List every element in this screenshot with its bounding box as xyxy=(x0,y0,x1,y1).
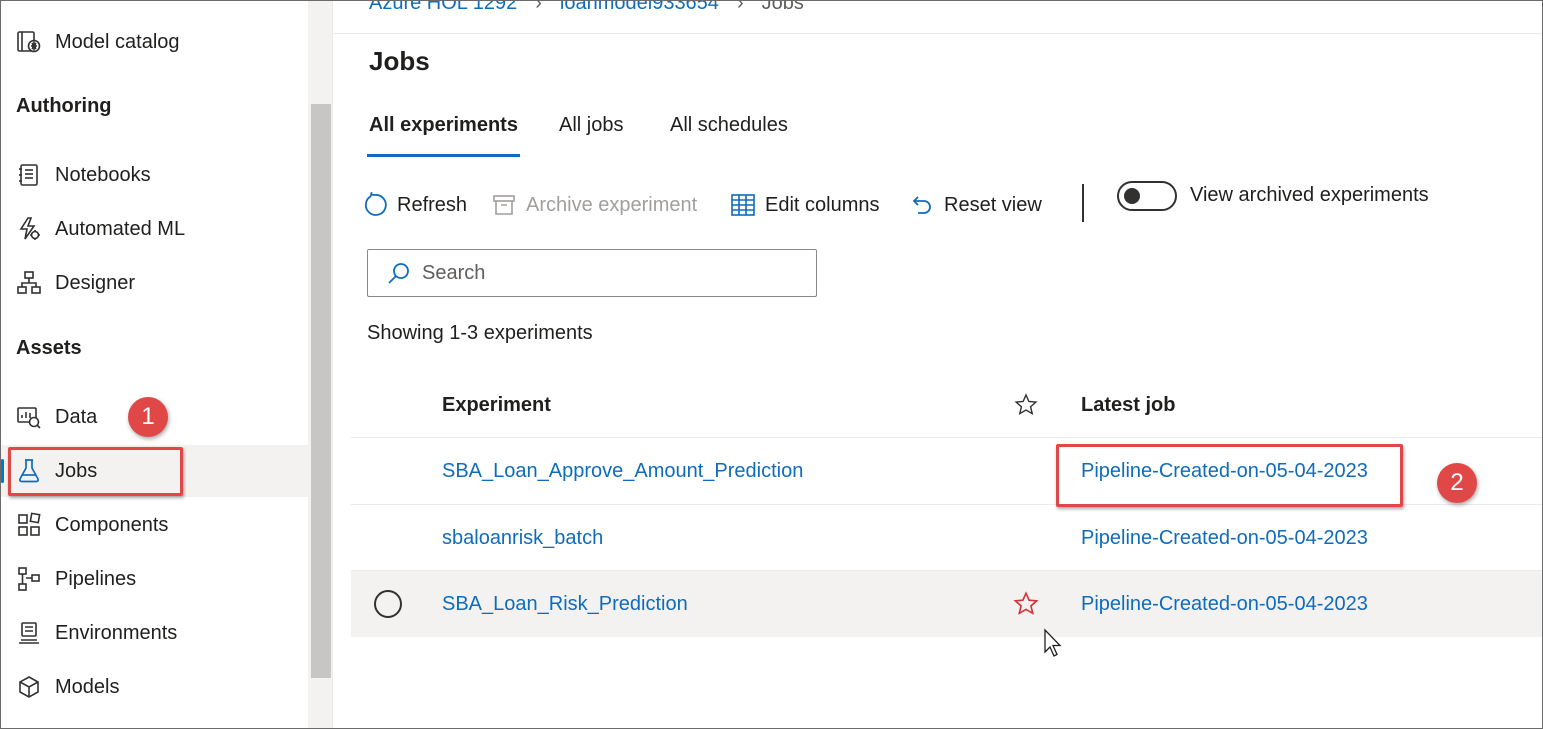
nav-label-pipelines: Pipelines xyxy=(55,567,137,590)
reset-view-label: Reset view xyxy=(944,193,1042,216)
search-icon xyxy=(384,258,414,288)
step-badge-2: 2 xyxy=(1437,463,1477,503)
breadcrumb-workspace[interactable]: Azure HOL 1292 xyxy=(369,0,517,15)
edit-columns-button[interactable]: Edit columns xyxy=(729,190,880,220)
table-row[interactable]: SBA_Loan_Risk_Prediction Pipeline-Create… xyxy=(351,570,1543,637)
sidebar-scrollbar-thumb[interactable] xyxy=(311,104,331,678)
nav-item-notebooks[interactable]: Notebooks xyxy=(0,149,308,201)
nav-label-notebooks: Notebooks xyxy=(55,163,151,186)
model-catalog-icon xyxy=(16,29,42,55)
data-icon xyxy=(16,404,42,430)
experiment-link[interactable]: SBA_Loan_Approve_Amount_Prediction xyxy=(442,460,803,483)
breadcrumb-divider xyxy=(333,33,1543,34)
nav-item-models[interactable]: Models xyxy=(0,661,308,713)
experiment-link[interactable]: SBA_Loan_Risk_Prediction xyxy=(442,593,688,616)
edit-columns-icon xyxy=(729,191,757,219)
nav-item-pipelines[interactable]: Pipelines xyxy=(0,553,308,605)
refresh-button[interactable]: Refresh xyxy=(361,190,467,220)
chevron-right-icon: › xyxy=(535,0,542,14)
nav-label-models: Models xyxy=(55,675,120,698)
tab-all-experiments[interactable]: All experiments xyxy=(369,114,518,137)
latest-job-link[interactable]: Pipeline-Created-on-05-04-2023 xyxy=(1081,593,1368,616)
column-header-latest-job[interactable]: Latest job xyxy=(1081,394,1175,417)
archive-experiment-button[interactable]: Archive experiment xyxy=(490,190,697,220)
experiment-link[interactable]: sbaloanrisk_batch xyxy=(442,527,603,550)
left-nav-sidebar: Model catalog Authoring Notebooks Automa… xyxy=(0,0,308,729)
page-title: Jobs xyxy=(369,46,430,76)
callout-box-jobs xyxy=(8,447,183,496)
section-title-authoring: Authoring xyxy=(16,95,112,117)
search-box[interactable] xyxy=(367,249,817,297)
designer-icon xyxy=(16,270,42,296)
cube-icon xyxy=(16,674,42,700)
search-input[interactable] xyxy=(422,261,802,285)
components-icon xyxy=(16,512,42,538)
refresh-icon xyxy=(361,191,389,219)
nav-item-designer[interactable]: Designer xyxy=(0,257,308,309)
nav-label-designer: Designer xyxy=(55,271,136,294)
favorite-star-icon[interactable] xyxy=(1012,590,1040,618)
view-archived-toggle[interactable] xyxy=(1117,181,1177,211)
mouse-pointer-icon xyxy=(1043,628,1063,658)
automated-ml-icon xyxy=(16,216,42,242)
callout-box-latest-job xyxy=(1056,444,1403,507)
section-title-assets: Assets xyxy=(16,337,82,359)
breadcrumb: Azure HOL 1292 › loanmodel933654 › Jobs xyxy=(369,0,804,15)
notebook-icon xyxy=(16,162,42,188)
chevron-right-icon: › xyxy=(736,0,744,14)
refresh-label: Refresh xyxy=(397,193,468,216)
results-count: Showing 1-3 experiments xyxy=(367,322,593,344)
row-select-radio[interactable] xyxy=(374,590,402,618)
nav-item-model-catalog[interactable]: Model catalog xyxy=(0,16,308,68)
step-badge-1: 1 xyxy=(128,397,168,437)
breadcrumb-current: Jobs xyxy=(761,0,804,14)
latest-job-link[interactable]: Pipeline-Created-on-05-04-2023 xyxy=(1081,527,1368,550)
breadcrumb-model[interactable]: loanmodel933654 xyxy=(560,0,719,15)
undo-icon xyxy=(908,191,936,219)
active-tab-indicator xyxy=(367,154,520,157)
main-content: Azure HOL 1292 › loanmodel933654 › Jobs … xyxy=(332,0,1543,729)
table-row[interactable]: sbaloanrisk_batch Pipeline-Created-on-05… xyxy=(351,504,1543,571)
tab-all-schedules[interactable]: All schedules xyxy=(670,114,788,137)
archive-icon xyxy=(490,191,518,219)
nav-item-automated-ml[interactable]: Automated ML xyxy=(0,203,308,255)
tab-all-jobs[interactable]: All jobs xyxy=(559,114,623,137)
nav-label-data: Data xyxy=(55,405,98,428)
environments-icon xyxy=(16,620,42,646)
favorite-column-star-icon[interactable] xyxy=(1013,392,1039,418)
edit-columns-label: Edit columns xyxy=(765,193,880,216)
archive-experiment-label: Archive experiment xyxy=(526,193,698,216)
toolbar-divider xyxy=(1082,184,1084,222)
pipelines-icon xyxy=(16,566,42,592)
nav-label-model-catalog: Model catalog xyxy=(55,30,180,53)
nav-label-automated-ml: Automated ML xyxy=(55,217,186,240)
nav-label-components: Components xyxy=(55,513,169,536)
nav-label-environments: Environments xyxy=(55,621,178,644)
nav-item-components[interactable]: Components xyxy=(0,499,308,551)
column-header-experiment[interactable]: Experiment xyxy=(442,394,551,417)
nav-item-environments[interactable]: Environments xyxy=(0,607,308,659)
reset-view-button[interactable]: Reset view xyxy=(908,190,1042,220)
toggle-knob xyxy=(1124,188,1140,204)
view-archived-label: View archived experiments xyxy=(1190,184,1429,206)
